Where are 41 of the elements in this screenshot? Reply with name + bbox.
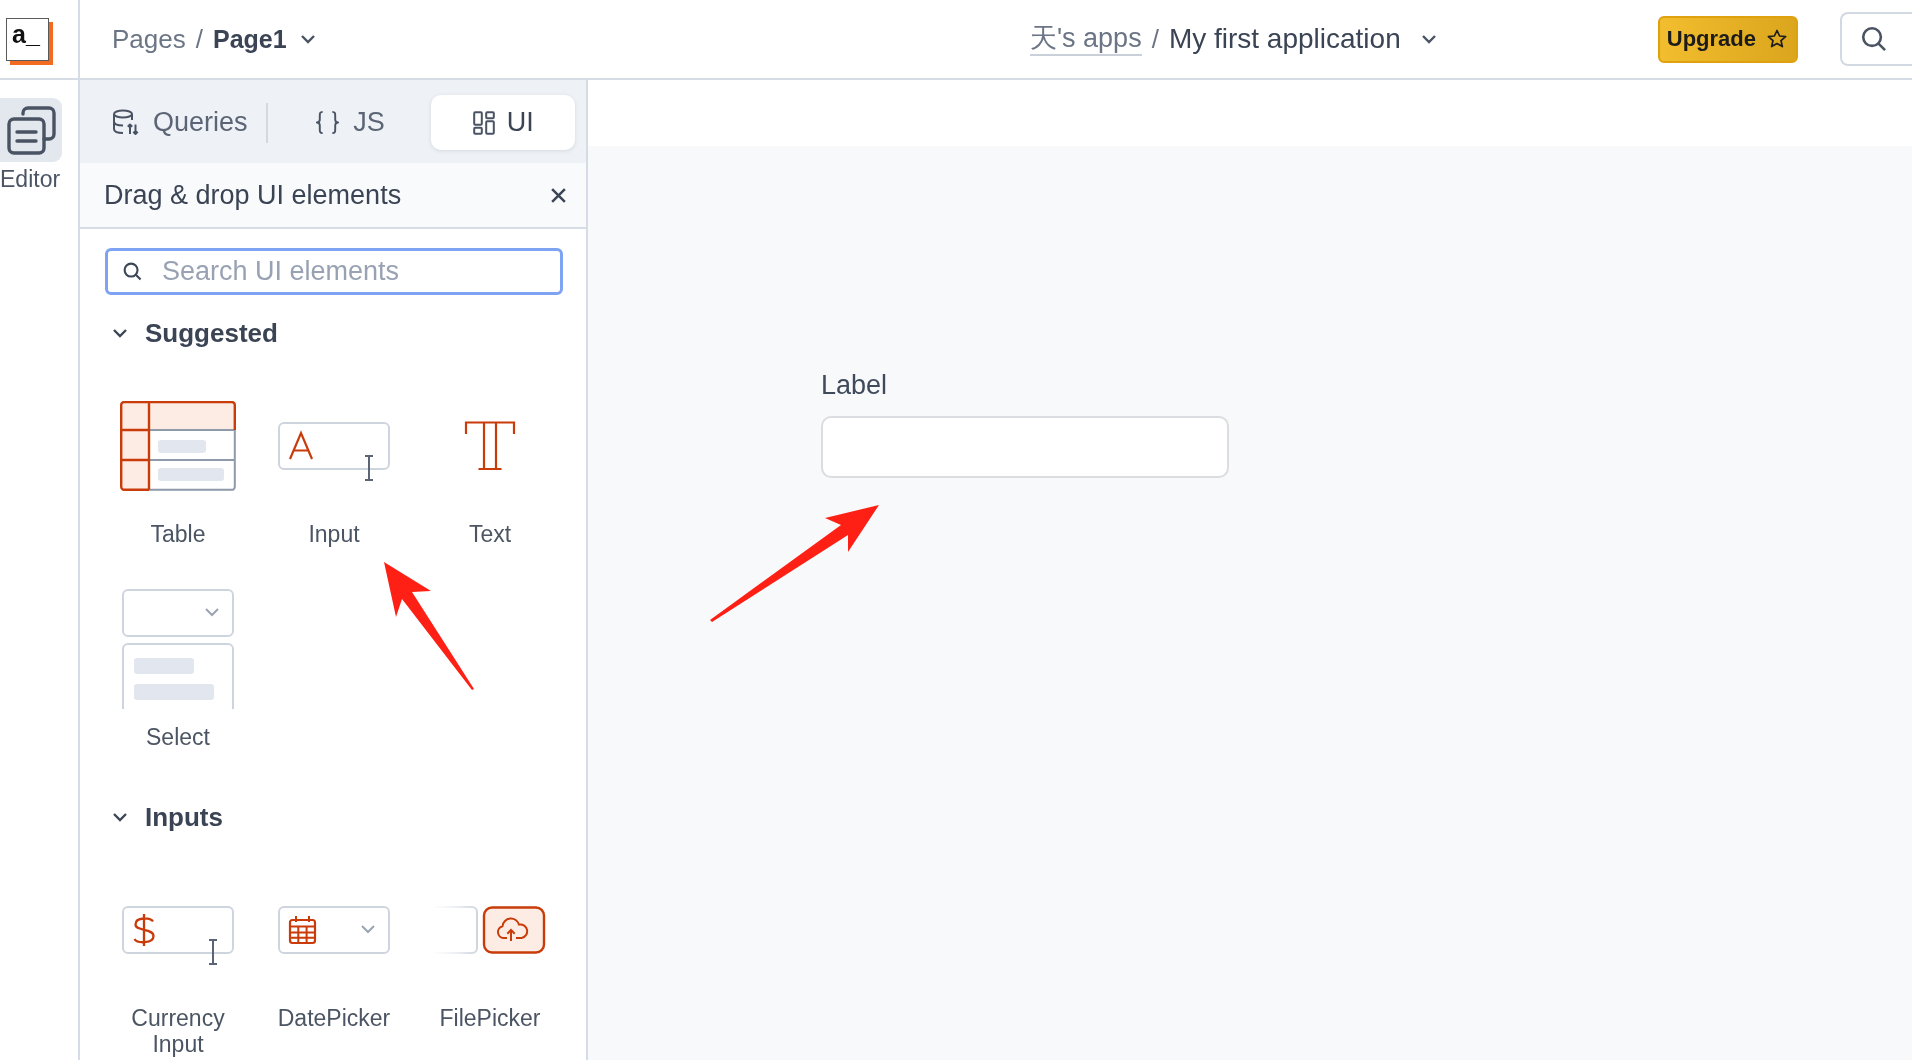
widget-card[interactable]: Table [100,386,256,547]
editor-nav-item[interactable]: Editor [0,98,62,193]
widget-card[interactable]: FilePicker [412,870,568,1057]
input-label: Label [821,369,888,401]
upgrade-button[interactable]: Upgrade [1657,15,1798,63]
panel-tab[interactable]: Queries [104,95,256,150]
section-header[interactable]: Inputs [112,800,223,834]
dollar-input-icon [122,906,234,966]
search-field[interactable]: Search UI elements [105,248,563,295]
chevron-down-icon [299,34,316,44]
calendar-dropdown-icon [278,906,390,954]
text-input-icon [278,422,390,482]
braces-icon [314,109,342,136]
text-icon [464,420,516,472]
dashboard-grid-icon [472,110,495,135]
widget-card[interactable]: Input [256,386,412,547]
pages-link[interactable]: Pages [112,23,186,55]
workspace-link[interactable]: 天's apps [1029,22,1142,56]
application-dropdown[interactable]: My first application [1168,23,1437,55]
widget-card[interactable]: DatePicker [256,870,412,1057]
chevron-down-icon [1420,34,1437,44]
text-input-field[interactable] [821,416,1229,478]
panel-title: Drag & drop UI elements [104,179,402,211]
page-dropdown[interactable]: Page1 [212,24,316,54]
panel-tab[interactable]: UI [431,95,575,150]
database-icon [112,109,139,136]
widget-card[interactable]: Currency Input [100,870,256,1057]
search-icon [123,262,142,281]
dropdown-icon [122,589,234,709]
close-icon [550,186,567,204]
widget-card[interactable]: Text [412,386,568,547]
close-button[interactable] [550,186,567,204]
table-icon [120,401,236,491]
breadcrumb-separator: / [1151,23,1159,55]
widget-card[interactable]: Select [100,589,256,750]
search-button[interactable] [1840,12,1912,66]
panel-tab[interactable]: JS [277,95,422,150]
star-icon [1767,29,1787,49]
section-header[interactable]: Suggested [112,316,278,350]
search-icon [1861,26,1887,52]
breadcrumb-separator: / [195,23,203,55]
